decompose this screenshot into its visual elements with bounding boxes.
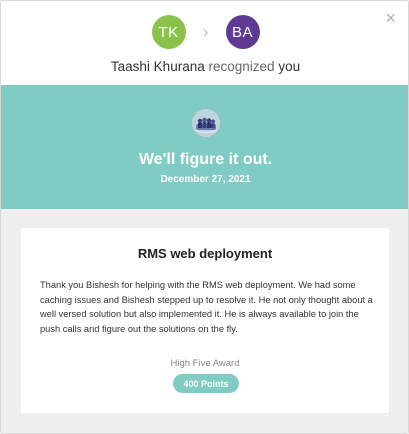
- receiver-word: you: [278, 59, 301, 74]
- recognition-title: We'll figure it out.: [138, 151, 273, 168]
- award-name: High Five Award: [170, 358, 240, 369]
- sender-avatar[interactable]: TK: [151, 15, 186, 49]
- chevron-right-icon: ›: [202, 21, 209, 42]
- banner: [1, 85, 408, 209]
- recognition-card: × TK › BA Taashi Khurana recognized you …: [0, 0, 409, 434]
- receiver-avatar[interactable]: BA: [225, 15, 260, 49]
- team-badge-icon: [191, 108, 221, 138]
- points-badge: 400 Points: [173, 374, 239, 393]
- avatar-row: TK › BA: [1, 15, 408, 49]
- sender-name: Taashi Khurana: [110, 59, 205, 74]
- recognition-message: Thank you Bishesh for helping with the R…: [40, 280, 373, 334]
- detail-title: RMS web deployment: [137, 246, 273, 261]
- recognition-date: December 27, 2021: [160, 174, 251, 185]
- recognized-text: recognized: [208, 59, 275, 74]
- detail-card: RMS web deployment Thank you Bishesh for…: [21, 228, 389, 413]
- recognition-headline: Taashi Khurana recognized you: [1, 59, 408, 74]
